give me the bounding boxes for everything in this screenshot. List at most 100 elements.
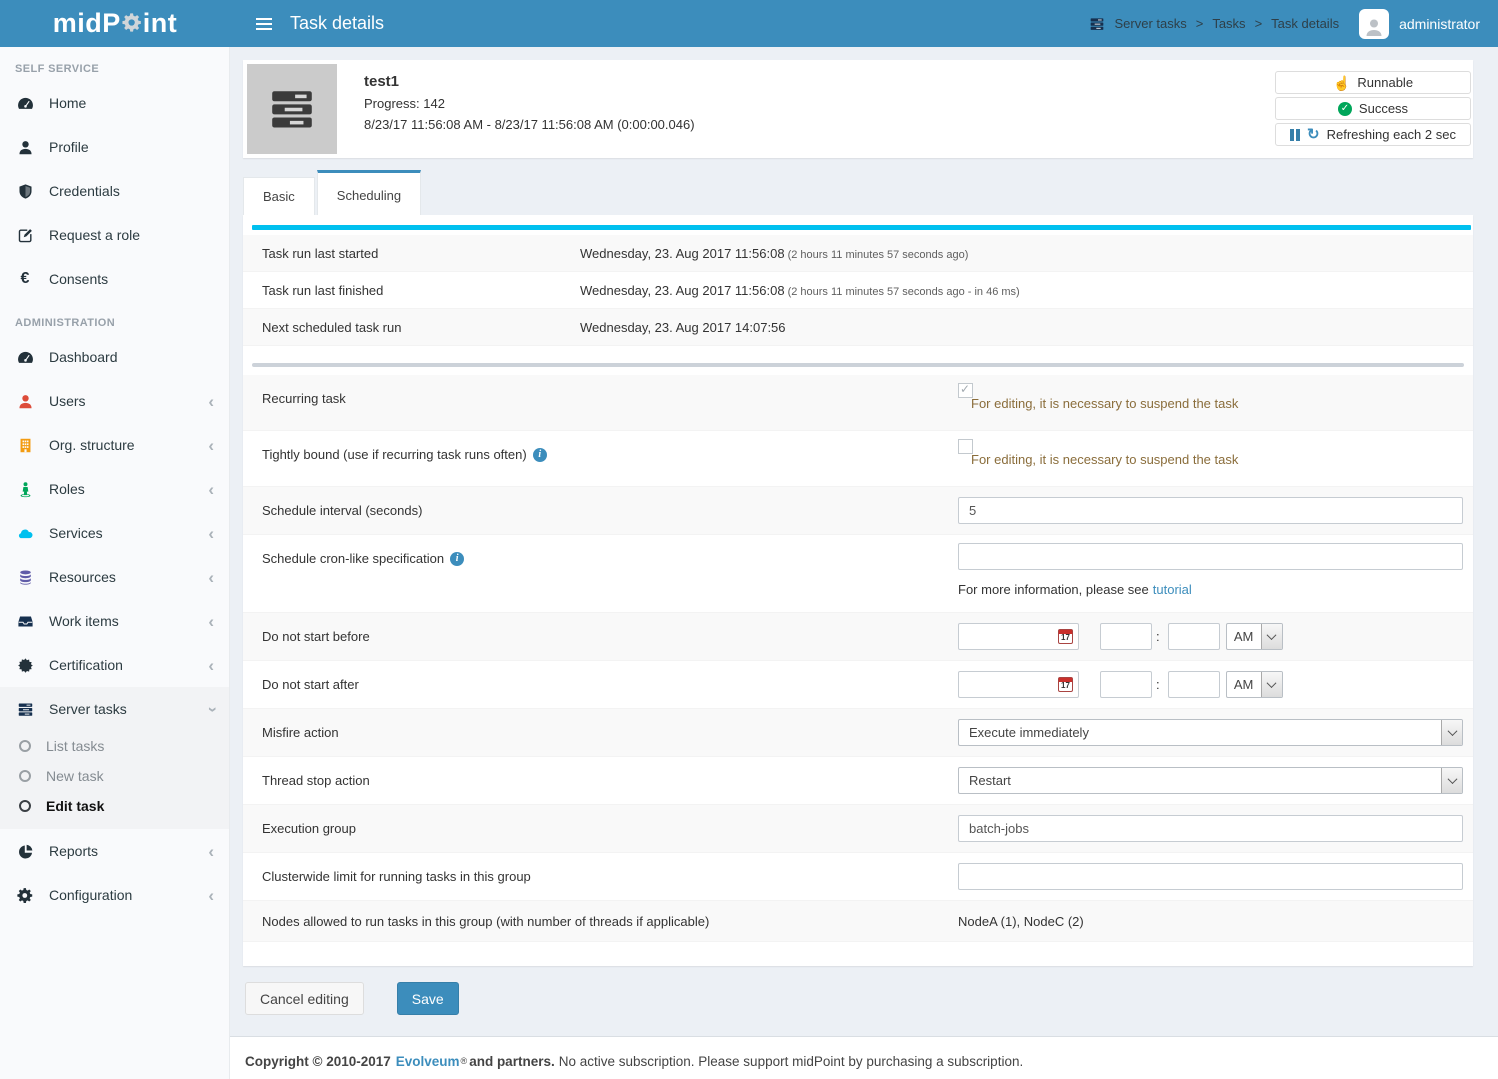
breadcrumb-item-current: Task details <box>1271 16 1339 31</box>
row-task-run-last-finished: Task run last finished Wednesday, 23. Au… <box>243 272 1473 309</box>
not-before-hour-input[interactable] <box>1100 623 1152 650</box>
not-after-hour-input[interactable] <box>1100 671 1152 698</box>
refresh-icon: ↻ <box>1307 127 1320 142</box>
chevron-left-icon: ‹ <box>208 393 214 410</box>
sidebar-item-edit-task[interactable]: Edit task <box>0 791 229 821</box>
sidebar-item-label: Resources <box>49 569 116 585</box>
sidebar-item-label: Configuration <box>49 887 132 903</box>
sidebar-subitem-label: List tasks <box>46 738 104 754</box>
field-label: Nodes allowed to run tasks in this group… <box>262 914 958 929</box>
sidebar-item-list-tasks[interactable]: List tasks <box>0 731 229 761</box>
sidebar-item-certification[interactable]: Certification ‹ <box>0 643 229 687</box>
chevron-down-icon: ‹ <box>203 706 220 712</box>
midpoint-logo[interactable]: midPint <box>0 0 230 47</box>
circle-icon <box>19 800 31 812</box>
field-label: Do not start before <box>262 629 958 644</box>
clusterwide-limit-input[interactable] <box>958 863 1463 890</box>
row-misfire-action: Misfire action Execute immediately <box>243 709 1473 757</box>
sidebar-item-roles[interactable]: Roles ‹ <box>0 467 229 511</box>
sidebar-item-profile[interactable]: Profile <box>0 125 229 169</box>
not-after-ampm-select[interactable]: AM <box>1226 671 1283 698</box>
breadcrumb-item[interactable]: Tasks <box>1212 16 1245 31</box>
tutorial-link[interactable]: tutorial <box>1153 582 1192 597</box>
evolveum-link[interactable]: Evolveum <box>396 1054 460 1069</box>
check-circle-icon: ✓ <box>1338 102 1352 116</box>
sidebar-item-work-items[interactable]: Work items ‹ <box>0 599 229 643</box>
info-icon[interactable]: i <box>450 552 464 566</box>
sidebar-item-label: Work items <box>49 613 119 629</box>
save-button[interactable]: Save <box>397 982 459 1015</box>
sidebar-section-self-service: SELF SERVICE <box>0 47 229 81</box>
sidebar-subitem-label: Edit task <box>46 798 104 814</box>
sidebar-item-reports[interactable]: Reports ‹ <box>0 829 229 873</box>
runnable-status-button[interactable]: ☝ Runnable <box>1275 71 1471 94</box>
row-do-not-start-after: Do not start after 17 : AM <box>243 661 1473 709</box>
breadcrumb-item[interactable]: Server tasks <box>1114 16 1186 31</box>
row-tightly-bound: Tightly bound (use if recurring task run… <box>243 431 1473 487</box>
euro-icon: € <box>16 270 34 288</box>
field-note: (2 hours 11 minutes 57 seconds ago - in … <box>788 286 1020 298</box>
user-menu[interactable]: administrator <box>1359 9 1480 39</box>
task-progress: Progress: 142 <box>364 96 695 111</box>
recurring-checkbox[interactable] <box>958 383 973 398</box>
sidebar-item-label: Users <box>49 393 86 409</box>
thread-stop-action-select[interactable]: Restart <box>958 767 1463 794</box>
chevron-down-icon <box>1261 624 1282 649</box>
cron-specification-input[interactable] <box>958 543 1463 570</box>
sidebar-item-configuration[interactable]: Configuration ‹ <box>0 873 229 917</box>
sidebar-item-resources[interactable]: Resources ‹ <box>0 555 229 599</box>
suspend-warning-text: For editing, it is necessary to suspend … <box>971 452 1473 467</box>
info-icon[interactable]: i <box>533 448 547 462</box>
field-label: Execution group <box>262 821 958 836</box>
tightly-bound-checkbox[interactable] <box>958 439 973 454</box>
tab-scheduling[interactable]: Scheduling <box>317 170 421 215</box>
schedule-interval-input[interactable] <box>958 497 1463 524</box>
execution-group-input[interactable] <box>958 815 1463 842</box>
building-icon <box>16 437 34 454</box>
sidebar-item-org-structure[interactable]: Org. structure ‹ <box>0 423 229 467</box>
calendar-icon[interactable]: 17 <box>1058 629 1073 644</box>
sidebar-item-users[interactable]: Users ‹ <box>0 379 229 423</box>
time-separator: : <box>1156 677 1160 692</box>
sidebar-item-services[interactable]: Services ‹ <box>0 511 229 555</box>
row-recurring-task: Recurring task For editing, it is necess… <box>243 375 1473 431</box>
field-note: (2 hours 11 minutes 57 seconds ago) <box>788 249 969 261</box>
sidebar-item-label: Roles <box>49 481 85 497</box>
task-summary-panel: test1 Progress: 142 8/23/17 11:56:08 AM … <box>243 60 1473 158</box>
tasks-icon <box>267 84 317 134</box>
chevron-left-icon: ‹ <box>208 613 214 630</box>
field-value: Wednesday, 23. Aug 2017 14:07:56 <box>580 320 786 335</box>
field-label: Misfire action <box>262 725 958 740</box>
sidebar-toggle-button[interactable] <box>244 0 284 47</box>
sidebar-item-request-a-role[interactable]: Request a role <box>0 213 229 257</box>
success-status-button[interactable]: ✓ Success <box>1275 97 1471 120</box>
row-next-scheduled-task-run: Next scheduled task run Wednesday, 23. A… <box>243 309 1473 346</box>
section-divider <box>252 363 1464 367</box>
pencil-square-icon <box>16 227 34 244</box>
row-thread-stop-action: Thread stop action Restart <box>243 757 1473 805</box>
sidebar: SELF SERVICE Home Profile Credentials Re… <box>0 47 230 1079</box>
misfire-action-select[interactable]: Execute immediately <box>958 719 1463 746</box>
not-after-minute-input[interactable] <box>1168 671 1220 698</box>
not-before-ampm-select[interactable]: AM <box>1226 623 1283 650</box>
field-value: Wednesday, 23. Aug 2017 11:56:08 <box>580 246 785 261</box>
chevron-left-icon: ‹ <box>208 569 214 586</box>
sidebar-item-consents[interactable]: € Consents <box>0 257 229 301</box>
row-clusterwide-limit: Clusterwide limit for running tasks in t… <box>243 853 1473 901</box>
sidebar-item-home[interactable]: Home <box>0 81 229 125</box>
not-before-minute-input[interactable] <box>1168 623 1220 650</box>
sidebar-item-server-tasks[interactable]: Server tasks ‹ <box>0 687 229 731</box>
field-label: Schedule interval (seconds) <box>262 503 958 518</box>
gear-icon <box>121 8 143 40</box>
tab-basic[interactable]: Basic <box>243 177 315 215</box>
calendar-icon[interactable]: 17 <box>1058 677 1073 692</box>
sidebar-item-label: Consents <box>49 271 108 287</box>
suspend-warning-text: For editing, it is necessary to suspend … <box>971 396 1473 411</box>
sidebar-item-dashboard[interactable]: Dashboard <box>0 335 229 379</box>
inbox-icon <box>16 613 34 630</box>
sidebar-item-credentials[interactable]: Credentials <box>0 169 229 213</box>
sidebar-item-label: Home <box>49 95 86 111</box>
refresh-status-button[interactable]: ↻ Refreshing each 2 sec <box>1275 123 1471 146</box>
sidebar-item-new-task[interactable]: New task <box>0 761 229 791</box>
cancel-editing-button[interactable]: Cancel editing <box>245 982 364 1015</box>
